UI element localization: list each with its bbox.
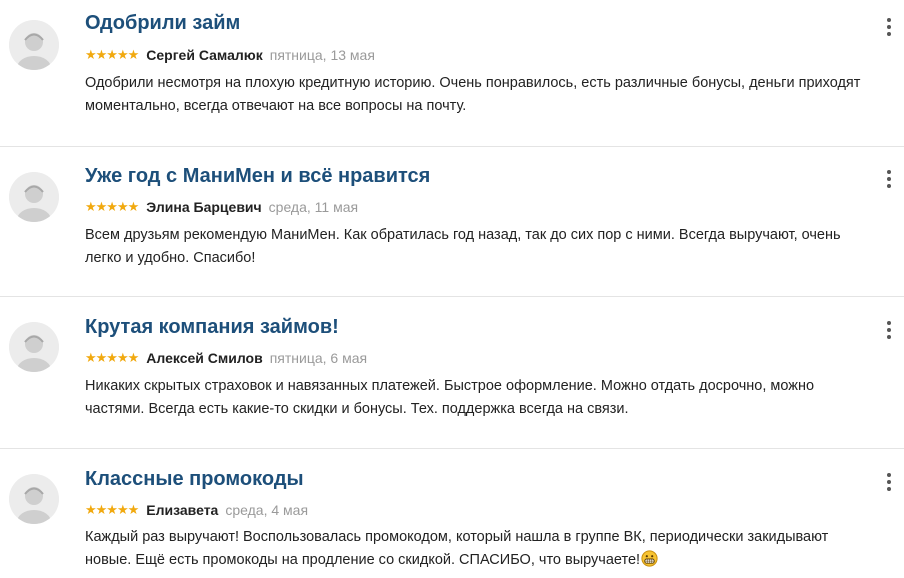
review-text-container: Каждый раз выручают! Воспользовалась про… [85,526,875,572]
review-text: Одобрили несмотря на плохую кредитную ис… [85,75,861,114]
review-title[interactable]: Одобрили займ [85,12,240,35]
user-avatar-icon [9,172,59,222]
user-avatar-icon [9,20,59,70]
user-avatar-icon [9,474,59,524]
review-author: Алексей Смилов [146,350,263,366]
more-vertical-icon[interactable] [880,320,898,340]
review-meta: ★★★★★ Элина Барцевич среда, 11 мая [85,198,358,216]
review-author: Элина Барцевич [146,199,262,215]
rating-stars: ★★★★★ [85,502,139,518]
review-card: Классные промокоды ★★★★★ Елизавета среда… [0,449,904,578]
more-vertical-icon[interactable] [880,472,898,492]
review-text: Всем друзьям рекомендую МаниМен. Как обр… [85,227,841,266]
review-title[interactable]: Крутая компания займов! [85,316,339,339]
review-date: пятница, 13 мая [269,47,375,63]
review-card: Крутая компания займов! ★★★★★ Алексей См… [0,297,904,449]
review-author: Сергей Самалюк [146,47,263,63]
review-date: пятница, 6 мая [269,350,368,366]
more-vertical-icon[interactable] [880,169,898,189]
review-date: среда, 4 мая [225,502,309,518]
review-author: Елизавета [146,502,219,518]
rating-stars: ★★★★★ [85,350,139,366]
rating-stars: ★★★★★ [85,199,139,215]
grinning-emoji-icon [641,550,658,567]
review-card: Уже год с МаниМен и всё нравится ★★★★★ Э… [0,147,904,297]
review-text: Никаких скрытых страховок и навязанных п… [85,378,815,417]
review-title[interactable]: Уже год с МаниМен и всё нравится [85,165,430,188]
review-text: Каждый раз выручают! Воспользовалась про… [85,529,829,568]
review-card: Одобрили займ ★★★★★ Сергей Самалюк пятни… [0,0,904,147]
review-title[interactable]: Классные промокоды [85,468,304,491]
more-vertical-icon[interactable] [880,17,898,37]
review-meta: ★★★★★ Сергей Самалюк пятница, 13 мая [85,46,375,64]
user-avatar-icon [9,322,59,372]
review-meta: ★★★★★ Елизавета среда, 4 мая [85,501,308,519]
review-date: среда, 11 мая [268,199,359,215]
rating-stars: ★★★★★ [85,47,139,63]
review-meta: ★★★★★ Алексей Смилов пятница, 6 мая [85,349,367,367]
